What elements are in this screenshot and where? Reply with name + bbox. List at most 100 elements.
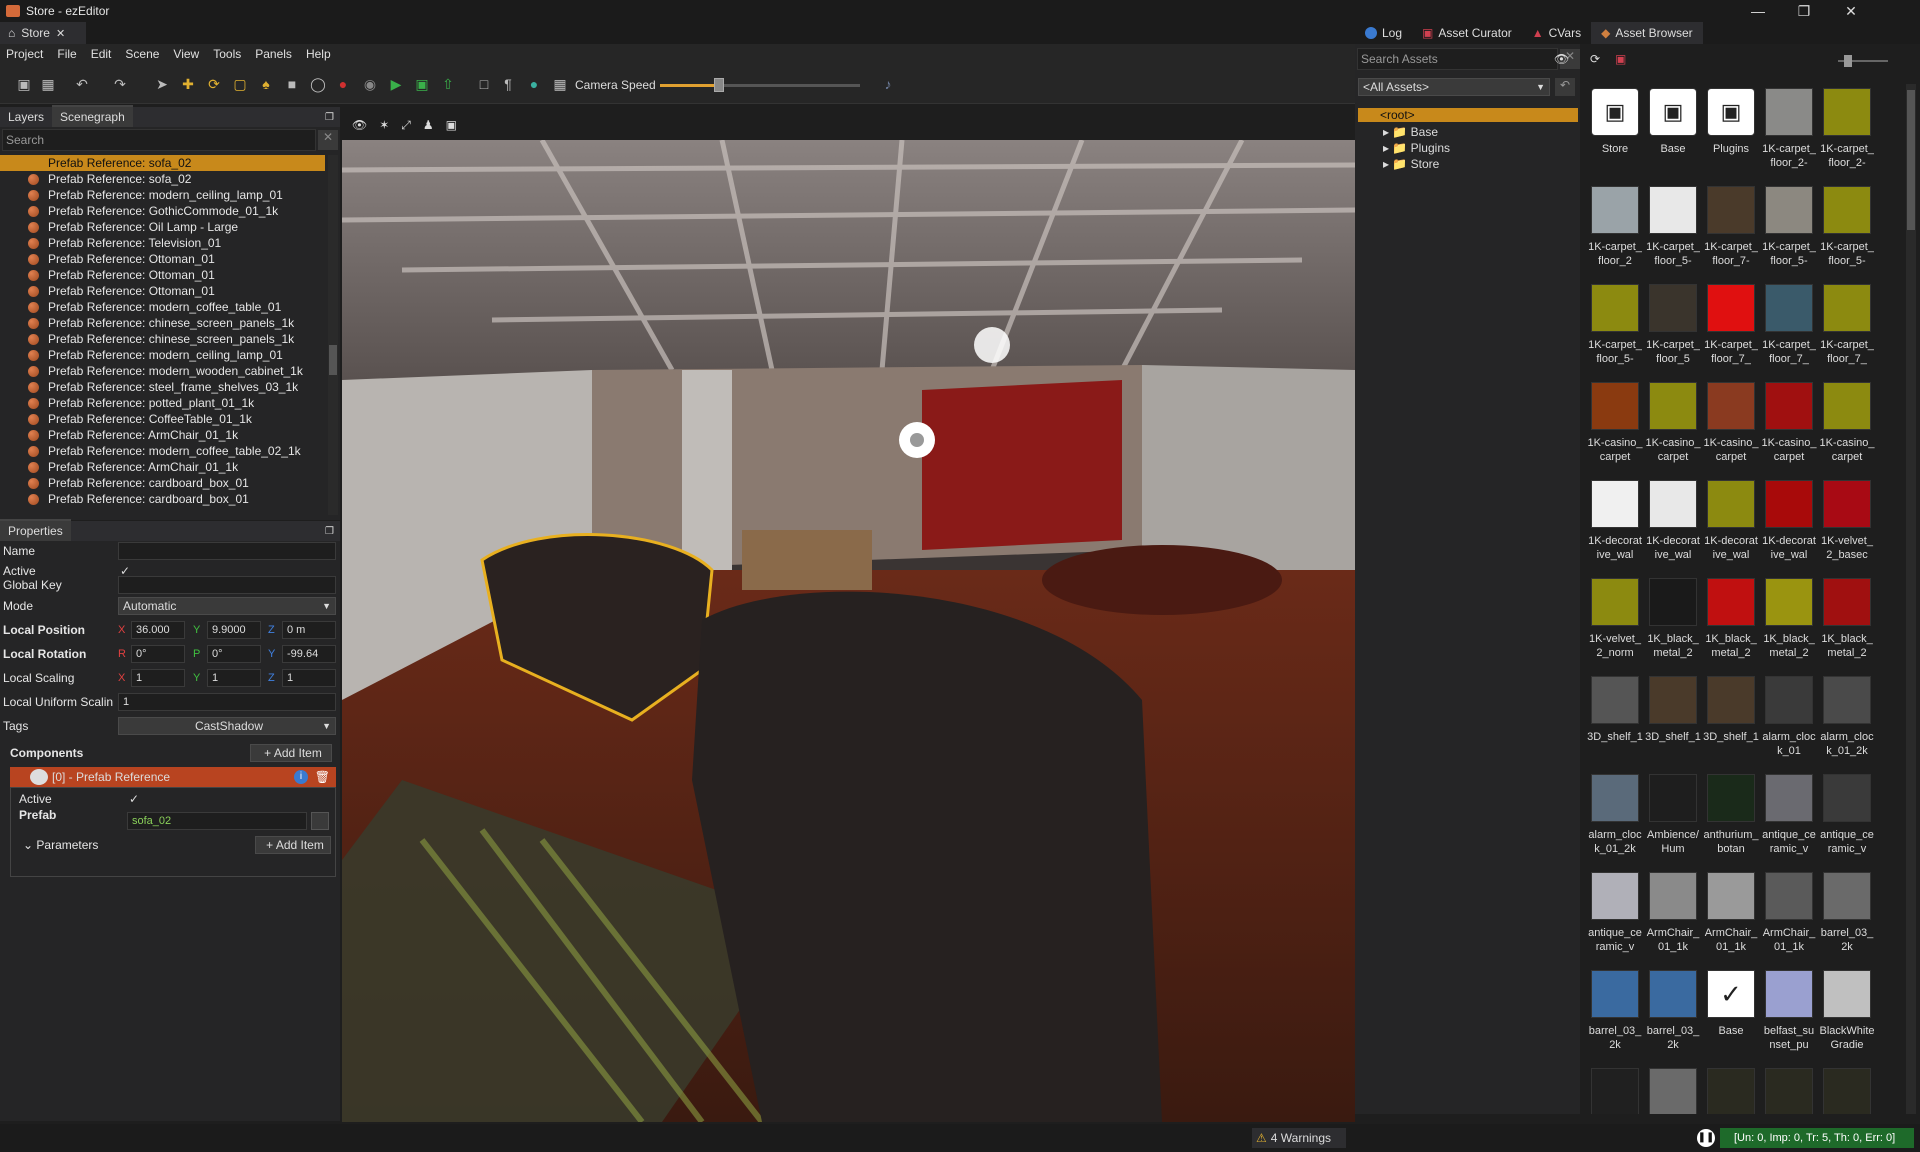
asset-tile[interactable]: 1K_black_metal_2 (1645, 574, 1701, 670)
asset-tile[interactable] (1645, 1064, 1701, 1114)
visibility-icon[interactable]: 👁 (1554, 52, 1569, 66)
stop-icon[interactable]: ◉ (362, 76, 378, 92)
scenegraph-item[interactable]: Prefab Reference: steel_frame_shelves_03… (0, 379, 325, 395)
prefab-field[interactable]: sofa_02 (127, 812, 307, 830)
asset-tile[interactable]: alarm_clock_01_2k (1819, 672, 1875, 768)
tab-log[interactable]: Log (1355, 22, 1412, 44)
asset-tile[interactable]: barrel_03_2k (1587, 966, 1643, 1062)
scenegraph-item[interactable]: Prefab Reference: modern_ceiling_lamp_01 (0, 187, 325, 203)
delete-icon[interactable]: 🗑 (315, 770, 330, 784)
circle-toggle-icon[interactable]: ● (526, 76, 542, 92)
asset-tile[interactable]: 1K-carpet_floor_7_ (1819, 280, 1875, 376)
record-icon[interactable]: ● (335, 76, 351, 92)
asset-search-input[interactable]: Search Assets (1357, 48, 1558, 70)
asset-tile[interactable]: ✓ Base (1703, 966, 1759, 1062)
asset-tile[interactable]: 1K-carpet_floor_7_ (1703, 280, 1759, 376)
save-icon[interactable]: ▣ (16, 76, 32, 92)
screenshot-icon[interactable]: ▣ (446, 118, 457, 132)
asset-tile[interactable]: 3D_shelf_1 (1587, 672, 1643, 768)
asset-tile[interactable]: antique_ceramic_v (1819, 770, 1875, 866)
scenegraph-item[interactable]: Prefab Reference: modern_wooden_cabinet_… (0, 363, 325, 379)
tree-root[interactable]: <root> (1358, 108, 1578, 122)
tab-cvars[interactable]: ▲ CVars (1522, 22, 1591, 44)
save-all-icon[interactable]: ▦ (40, 76, 56, 92)
menu-project[interactable]: Project (6, 47, 43, 61)
scenegraph-item[interactable]: Prefab Reference: modern_coffee_table_01 (0, 299, 325, 315)
asset-tile[interactable]: 1K-decorative_wal (1703, 476, 1759, 572)
close-icon[interactable]: ✕ (56, 27, 65, 40)
close-window-button[interactable]: ✕ (1828, 0, 1874, 22)
tab-asset-browser[interactable]: ◆ Asset Browser (1591, 22, 1703, 44)
scenegraph-item[interactable]: Prefab Reference: Ottoman_01 (0, 251, 325, 267)
scenegraph-item[interactable]: Prefab Reference: CoffeeTable_01_1k (0, 411, 325, 427)
asset-tile[interactable]: 1K-carpet_floor_5- (1645, 182, 1701, 278)
browse-icon[interactable] (311, 812, 329, 830)
tree-item-store[interactable]: ▸ 📁 Store (1383, 156, 1450, 172)
asset-tile[interactable]: 1K_black_metal_2 (1819, 574, 1875, 670)
component-header[interactable]: [0] - Prefab Reference i 🗑 (10, 767, 336, 787)
scenegraph-item[interactable]: Prefab Reference: Television_01 (0, 235, 325, 251)
snap-grid-icon[interactable]: □ (476, 76, 492, 92)
document-tab-store[interactable]: ⌂ Store ✕ (0, 22, 86, 44)
camera-person-icon[interactable]: ♟ (423, 118, 434, 132)
drag-gizmo-icon[interactable]: ♠ (258, 76, 274, 92)
asset-tile[interactable]: 1K-decorative_wal (1645, 476, 1701, 572)
asset-tile[interactable]: 1K-carpet_floor_2- (1819, 84, 1875, 180)
refresh-icon[interactable]: ⟳ (1590, 52, 1600, 66)
play-icon[interactable]: ▶ (388, 76, 404, 92)
speaker-icon[interactable]: ♪ (880, 76, 896, 92)
warnings-button[interactable]: ⚠ 4 Warnings (1252, 1128, 1346, 1148)
asset-tile[interactable]: 1K-carpet_floor_5- (1761, 182, 1817, 278)
asset-tile[interactable]: 1K_black_metal_2 (1761, 574, 1817, 670)
select-tool-icon[interactable]: ➤ (154, 76, 170, 92)
menu-file[interactable]: File (57, 47, 76, 61)
eye-icon[interactable]: 👁 (352, 118, 367, 132)
asset-tile[interactable]: alarm_clock_01 (1761, 672, 1817, 768)
asset-tile[interactable]: ▣ Plugins (1703, 84, 1759, 180)
menu-tools[interactable]: Tools (213, 47, 241, 61)
rotate-gizmo-icon[interactable]: ⟳ (206, 76, 222, 92)
asset-tile[interactable]: belfast_sunset_pu (1761, 966, 1817, 1062)
asset-tile[interactable]: 1K-decorative_wal (1587, 476, 1643, 572)
tab-scenegraph[interactable]: Scenegraph (52, 105, 133, 127)
asset-tile[interactable]: 3D_shelf_1 (1703, 672, 1759, 768)
scenegraph-item[interactable]: Prefab Reference: sofa_02 (0, 171, 325, 187)
asset-tile[interactable]: barrel_03_2k (1819, 868, 1875, 964)
menu-scene[interactable]: Scene (125, 47, 159, 61)
asset-filter-dropdown[interactable]: <All Assets> ▼ (1358, 78, 1550, 96)
asset-tile[interactable]: 1K-carpet_floor_5- (1587, 280, 1643, 376)
gamepad-icon[interactable]: ▣ (414, 76, 430, 92)
asset-tile[interactable]: barrel_03_2k (1645, 966, 1701, 1062)
float-panel-icon[interactable]: ❐ (325, 112, 334, 123)
grid-icon[interactable]: ▦ (552, 76, 568, 92)
asset-tile[interactable]: alarm_clock_01_2k (1587, 770, 1643, 866)
tab-layers[interactable]: Layers (0, 107, 52, 127)
tree-item-base[interactable]: ▸ 📁 Base (1383, 124, 1450, 140)
asset-tile[interactable]: 1K-carpet_floor_2- (1761, 84, 1817, 180)
asset-tile[interactable]: antique_ceramic_v (1587, 868, 1643, 964)
camera-speed-handle[interactable] (714, 78, 724, 92)
menu-edit[interactable]: Edit (91, 47, 112, 61)
reset-filter-icon[interactable]: ↶ (1555, 78, 1575, 96)
minimize-button[interactable]: — (1735, 0, 1781, 22)
scenegraph-item[interactable]: Prefab Reference: Ottoman_01 (0, 267, 325, 283)
position-y-field[interactable]: 9.9000 (207, 621, 261, 639)
asset-tile[interactable]: ArmChair_01_1k (1703, 868, 1759, 964)
float-panel-icon[interactable]: ❐ (325, 526, 334, 537)
asset-tile[interactable]: 1K-carpet_floor_5 (1645, 280, 1701, 376)
asset-tile[interactable]: Ambience/Hum (1645, 770, 1701, 866)
redo-icon[interactable]: ↷ (112, 76, 128, 92)
scenegraph-item[interactable]: Prefab Reference: chinese_screen_panels_… (0, 315, 325, 331)
rotation-y-field[interactable]: -99.64 (282, 645, 336, 663)
asset-tile[interactable]: 1K_black_metal_2 (1703, 574, 1759, 670)
add-parameter-button[interactable]: + Add Item (255, 836, 331, 854)
restore-button[interactable]: ❐ (1781, 0, 1827, 22)
scaling-y-field[interactable]: 1 (207, 669, 261, 687)
paragraph-icon[interactable]: ¶ (500, 76, 516, 92)
asset-tile[interactable]: ArmChair_01_1k (1761, 868, 1817, 964)
asset-tile[interactable]: 1K-casino_carpet (1761, 378, 1817, 474)
scenegraph-item[interactable]: Prefab Reference: Ottoman_01 (0, 283, 325, 299)
tags-dropdown[interactable]: CastShadow ▼ (118, 717, 336, 735)
menu-panels[interactable]: Panels (255, 47, 292, 61)
position-x-field[interactable]: 36.000 (131, 621, 185, 639)
